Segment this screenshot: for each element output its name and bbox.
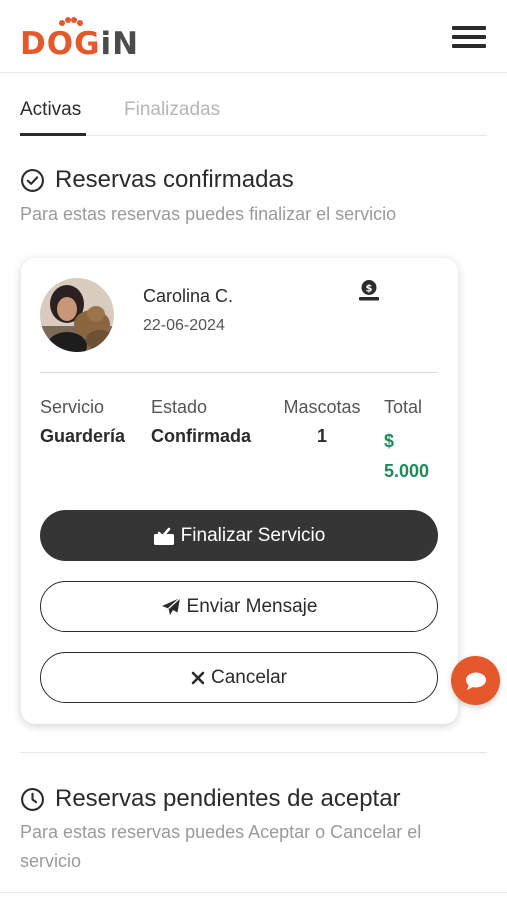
logo-letter-d: D bbox=[20, 26, 47, 62]
total-column: Total $ 5.000 bbox=[384, 397, 429, 486]
confirmed-section-title: Reservas confirmadas bbox=[20, 166, 294, 194]
client-avatar bbox=[40, 278, 114, 352]
service-label: Servicio bbox=[40, 397, 105, 417]
tab-activas[interactable]: Activas bbox=[20, 99, 81, 121]
status-label: Estado bbox=[151, 397, 208, 417]
reservation-card: Carolina C. 22-06-2024 $ Servicio Guarde… bbox=[21, 258, 458, 724]
chat-button[interactable] bbox=[451, 656, 500, 705]
client-name: Carolina C. bbox=[143, 286, 234, 306]
app-header: DOGiN bbox=[0, 0, 507, 73]
send-message-label: Enviar Mensaje bbox=[186, 595, 318, 617]
active-tab-indicator bbox=[20, 133, 86, 136]
card-divider bbox=[40, 372, 438, 373]
check-circle-icon bbox=[21, 168, 44, 192]
pending-title-text: Reservas pendientes de aceptar bbox=[55, 785, 401, 812]
clock-icon bbox=[21, 787, 44, 811]
status-column: Estado Confirmada bbox=[151, 397, 251, 447]
total-currency: $ bbox=[384, 431, 395, 451]
chat-bubble-icon bbox=[465, 672, 486, 690]
hamburger-menu-icon[interactable] bbox=[452, 26, 488, 52]
pending-section-subtitle: Para estas reservas puedes Aceptar o Can… bbox=[20, 822, 422, 871]
pets-label: Mascotas bbox=[283, 397, 361, 417]
finish-service-button[interactable]: Finalizar Servicio bbox=[40, 510, 438, 561]
cancel-button[interactable]: Cancelar bbox=[40, 652, 438, 703]
bottom-divider bbox=[0, 892, 507, 893]
send-message-button[interactable]: Enviar Mensaje bbox=[40, 581, 438, 632]
pets-column: Mascotas 1 bbox=[278, 397, 366, 447]
cancel-label: Cancelar bbox=[210, 666, 288, 688]
pending-section-title: Reservas pendientes de aceptar bbox=[20, 785, 401, 813]
service-column: Servicio Guardería bbox=[40, 397, 125, 447]
pets-value: 1 bbox=[316, 426, 327, 446]
money-hand-icon: $ bbox=[359, 280, 379, 301]
dogin-logo[interactable]: DOGiN bbox=[20, 17, 140, 62]
tab-finalizadas[interactable]: Finalizadas bbox=[124, 99, 220, 121]
confirmed-title-text: Reservas confirmadas bbox=[55, 166, 294, 193]
service-value: Guardería bbox=[40, 426, 126, 446]
total-label: Total bbox=[384, 397, 423, 417]
logo-letters-in: iN bbox=[100, 26, 140, 62]
logo-wordmark: DOGiN bbox=[20, 26, 139, 62]
svg-text:$: $ bbox=[366, 284, 373, 295]
section-divider bbox=[20, 752, 487, 753]
finish-check-icon bbox=[153, 527, 174, 545]
close-icon bbox=[191, 671, 205, 684]
logo-letter-o: O bbox=[46, 26, 75, 62]
status-value: Confirmada bbox=[151, 426, 252, 446]
reservation-date: 22-06-2024 bbox=[143, 317, 225, 334]
logo-letter-g: G bbox=[74, 26, 101, 62]
total-value: $ 5.000 bbox=[384, 426, 429, 486]
confirmed-section-subtitle: Para estas reservas puedes finalizar el … bbox=[20, 204, 397, 224]
paper-plane-icon bbox=[161, 597, 180, 615]
total-amount: 5.000 bbox=[384, 461, 430, 481]
finish-service-label: Finalizar Servicio bbox=[180, 524, 326, 546]
reservation-tabs: Activas Finalizadas bbox=[20, 87, 487, 136]
